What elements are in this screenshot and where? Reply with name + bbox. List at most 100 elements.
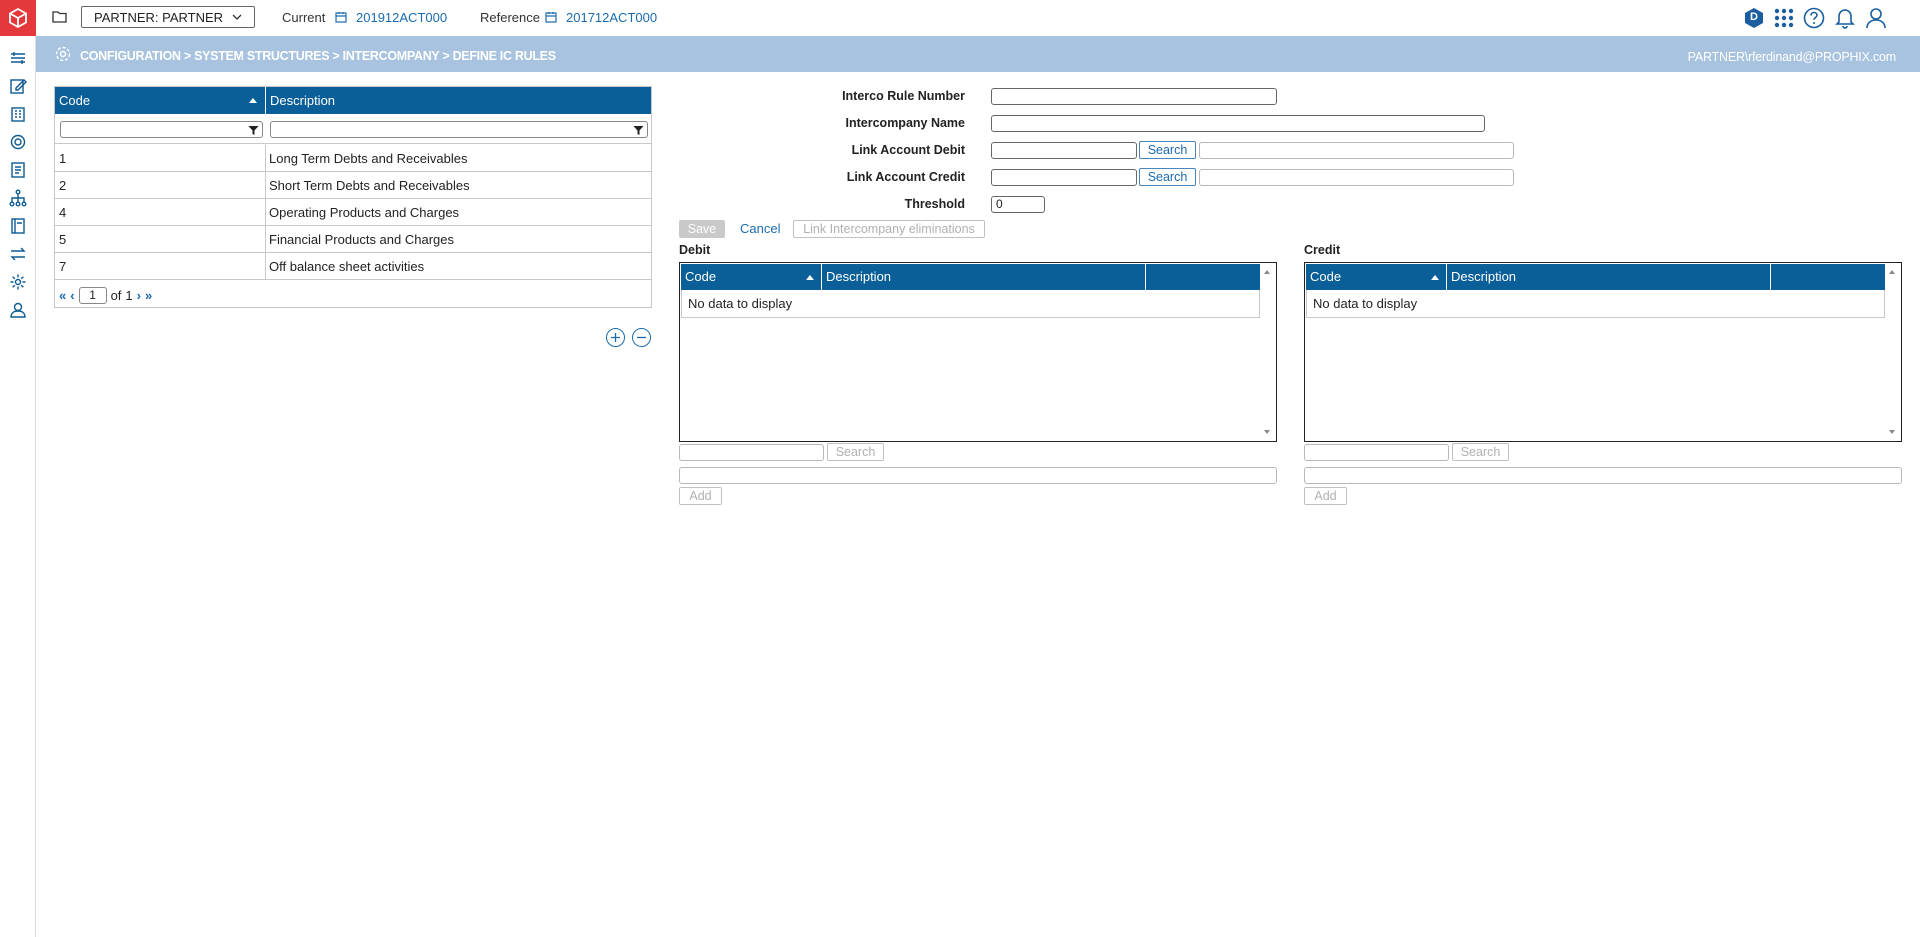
- debit-search-input[interactable]: [679, 444, 824, 461]
- edit-template-icon[interactable]: [8, 76, 28, 96]
- sort-ascending-icon: [806, 275, 814, 280]
- cube-logo-icon: [9, 7, 27, 29]
- page-number-input[interactable]: 1: [78, 286, 107, 304]
- breadcrumb: CONFIGURATION > SYSTEM STRUCTURES > INTE…: [80, 49, 556, 63]
- configuration-gear-icon[interactable]: [8, 272, 28, 292]
- description-filter-input[interactable]: [270, 121, 648, 138]
- code-filter-input[interactable]: [60, 121, 263, 138]
- top-bar: PARTNER: PARTNER Current 201912ACT000 Re…: [36, 0, 1920, 36]
- column-header-code[interactable]: Code: [1306, 264, 1447, 290]
- credit-title: Credit: [1304, 243, 1341, 257]
- partner-dropdown[interactable]: PARTNER: PARTNER: [81, 6, 255, 28]
- first-page-icon[interactable]: «: [59, 288, 66, 303]
- row-description: Operating Products and Charges: [269, 205, 460, 220]
- building-icon[interactable]: [8, 104, 28, 124]
- add-rule-button[interactable]: [606, 328, 625, 347]
- configuration-gear-icon: [54, 45, 72, 66]
- link-account-credit-label: Link Account Credit: [846, 170, 965, 184]
- current-label: Current: [282, 10, 326, 25]
- apps-grid-icon[interactable]: [1772, 6, 1796, 30]
- pager: « ‹ 1 of 1 › »: [59, 285, 152, 305]
- credit-grid: Code Description No data to display: [1304, 262, 1902, 442]
- interco-rule-number-input[interactable]: [991, 88, 1277, 105]
- hierarchy-icon[interactable]: [8, 188, 28, 208]
- user-profile-icon[interactable]: [1864, 6, 1888, 30]
- scroll-up-icon[interactable]: [1889, 270, 1895, 274]
- table-row[interactable]: 1 Long Term Debts and Receivables: [55, 145, 651, 172]
- last-page-icon[interactable]: »: [145, 288, 152, 303]
- column-header-code[interactable]: Code: [55, 87, 266, 114]
- prophix-logo[interactable]: [0, 0, 36, 36]
- table-row[interactable]: 7 Off balance sheet activities: [55, 253, 651, 280]
- debit-add-button[interactable]: Add: [679, 487, 722, 505]
- column-header-description[interactable]: Description: [1447, 264, 1771, 290]
- intercompany-name-input[interactable]: [991, 115, 1485, 132]
- interco-rule-number-label: Interco Rule Number: [842, 89, 965, 103]
- scroll-down-icon[interactable]: [1264, 430, 1270, 434]
- column-header-description[interactable]: Description: [822, 264, 1146, 290]
- book-icon[interactable]: [8, 216, 28, 236]
- filter-icon[interactable]: [633, 124, 644, 139]
- column-header-extra: [1771, 264, 1885, 290]
- plus-icon: [611, 333, 620, 342]
- table-row[interactable]: 5 Financial Products and Charges: [55, 226, 651, 253]
- reference-period-link[interactable]: 201712ACT000: [566, 10, 657, 25]
- link-account-debit-description: [1199, 142, 1514, 159]
- cancel-button[interactable]: Cancel: [740, 221, 780, 236]
- partner-dropdown-value: PARTNER: PARTNER: [94, 9, 224, 25]
- column-header-code-label: Code: [1310, 269, 1342, 284]
- filter-icon[interactable]: [248, 124, 259, 139]
- link-account-debit-search-button[interactable]: Search: [1139, 141, 1196, 159]
- process-icon[interactable]: [8, 48, 28, 68]
- column-header-description[interactable]: Description: [266, 87, 653, 114]
- column-header-code-label: Code: [685, 269, 717, 284]
- scroll-down-icon[interactable]: [1889, 430, 1895, 434]
- grid-header: Code Description: [55, 87, 651, 114]
- debit-grid: Code Description No data to display: [679, 262, 1277, 442]
- table-row[interactable]: 2 Short Term Debts and Receivables: [55, 172, 651, 199]
- vertical-scrollbar[interactable]: [1885, 264, 1900, 440]
- row-description: Long Term Debts and Receivables: [269, 151, 468, 166]
- row-code: 1: [59, 151, 67, 166]
- left-sidebar: [0, 0, 36, 937]
- credit-search-input[interactable]: [1304, 444, 1449, 461]
- security-user-icon[interactable]: [8, 300, 28, 320]
- credit-add-button[interactable]: Add: [1304, 487, 1347, 505]
- threshold-input[interactable]: 0: [991, 196, 1045, 213]
- scroll-up-icon[interactable]: [1264, 270, 1270, 274]
- previous-page-icon[interactable]: ‹: [70, 288, 74, 303]
- debit-selection-field[interactable]: [679, 467, 1277, 484]
- credit-search-button[interactable]: Search: [1452, 443, 1509, 461]
- report-icon[interactable]: [8, 160, 28, 180]
- transfer-icon[interactable]: [8, 244, 28, 264]
- link-account-debit-input[interactable]: [991, 142, 1137, 159]
- link-account-credit-input[interactable]: [991, 169, 1137, 186]
- link-account-credit-search-button[interactable]: Search: [1139, 168, 1196, 186]
- d-badge-icon[interactable]: D: [1742, 6, 1766, 30]
- column-header-extra: [1146, 264, 1260, 290]
- folder-icon[interactable]: [52, 10, 67, 26]
- remove-rule-button[interactable]: [632, 328, 651, 347]
- calendar-icon[interactable]: [335, 11, 347, 26]
- debit-search-button[interactable]: Search: [827, 443, 884, 461]
- intercompany-name-label: Intercompany Name: [845, 116, 965, 130]
- vertical-scrollbar[interactable]: [1260, 264, 1275, 440]
- link-intercompany-eliminations-button[interactable]: Link Intercompany eliminations: [793, 220, 985, 238]
- minus-icon: [637, 336, 646, 339]
- breadcrumb-bar: CONFIGURATION > SYSTEM STRUCTURES > INTE…: [36, 36, 1920, 72]
- column-header-description-label: Description: [270, 93, 336, 108]
- row-description: Short Term Debts and Receivables: [269, 178, 470, 193]
- save-button[interactable]: Save: [679, 220, 725, 238]
- notification-bell-icon[interactable]: [1833, 6, 1857, 30]
- analysis-gear-icon[interactable]: [8, 132, 28, 152]
- calendar-icon[interactable]: [545, 11, 557, 26]
- filter-row: [55, 114, 651, 144]
- badge-letter: D: [1750, 11, 1758, 23]
- current-period-link[interactable]: 201912ACT000: [356, 10, 447, 25]
- column-header-code[interactable]: Code: [681, 264, 822, 290]
- help-icon[interactable]: [1802, 6, 1826, 30]
- credit-selection-field[interactable]: [1304, 467, 1902, 484]
- logged-in-user: PARTNER\rferdinand@PROPHIX.com: [1687, 50, 1897, 64]
- next-page-icon[interactable]: ›: [137, 288, 141, 303]
- table-row[interactable]: 4 Operating Products and Charges: [55, 199, 651, 226]
